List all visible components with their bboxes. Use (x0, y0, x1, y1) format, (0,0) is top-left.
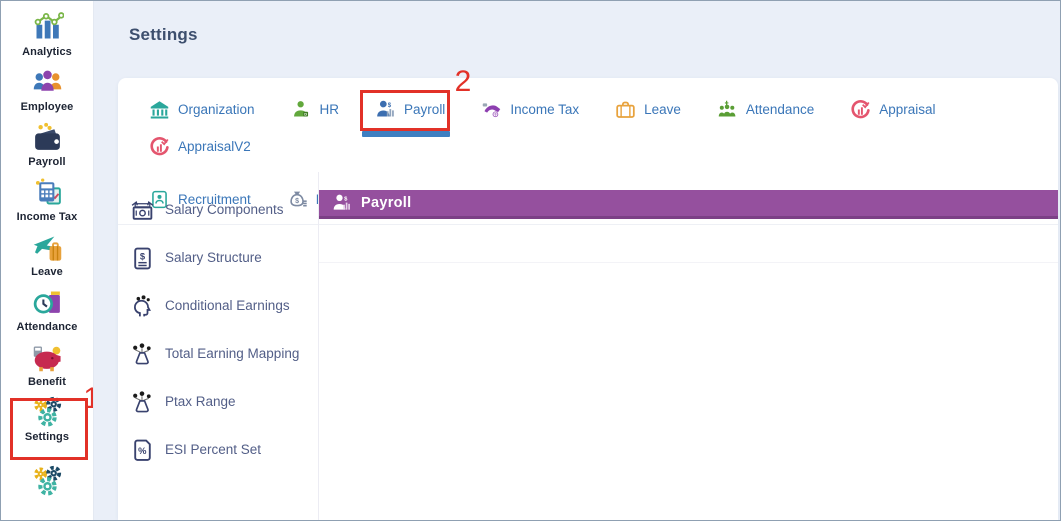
bank-icon (149, 99, 170, 120)
hand-tax-icon: R (481, 99, 502, 120)
sidebar-item-payroll[interactable]: Payroll (1, 121, 93, 176)
app-sidebar: Analytics Employee Payroll Income Tax Le (1, 1, 94, 520)
clock-books-icon (31, 286, 64, 319)
payroll-person-icon: $ (332, 193, 352, 213)
svg-text:D: D (304, 112, 307, 117)
sidebar-item-income-tax[interactable]: Income Tax (1, 176, 93, 231)
sidebar-label: Leave (31, 266, 63, 278)
subnav-item-ptax-range[interactable]: Ptax Range (126, 390, 312, 415)
panel-header: $ Payroll (319, 190, 1058, 219)
sidebar-item-settings[interactable]: Settings 1 (1, 384, 93, 460)
sidebar-item-benefit[interactable]: Benefit (1, 341, 93, 396)
tab-payroll[interactable]: $ Payroll 2 (360, 67, 471, 137)
tab-leave[interactable]: Leave (615, 99, 681, 120)
sidebar-item-bottom[interactable] (1, 465, 93, 520)
annotation-step-number: 2 (454, 65, 472, 98)
sidebar-label: Analytics (22, 46, 72, 58)
employee-icon (31, 66, 64, 99)
head-coins-icon (130, 294, 155, 319)
subnav-item-total-earning-mapping[interactable]: Total Earning Mapping (126, 342, 312, 367)
gauge-icon (850, 99, 871, 120)
sidebar-label: Income Tax (16, 211, 78, 223)
subnav-label: Salary Components (165, 202, 284, 218)
person-id-icon: D (291, 99, 312, 120)
payroll-subnav: Salary Components $ Salary Structure Con… (118, 172, 319, 520)
piggy-bank-icon (31, 341, 64, 374)
wallet-icon (31, 121, 64, 154)
subnav-label: Salary Structure (165, 250, 262, 266)
tab-label: Income Tax (510, 102, 580, 117)
panel-title: Payroll (361, 195, 412, 211)
banknotes-icon (130, 198, 155, 223)
page-title: Settings (129, 25, 198, 44)
tab-label: HR (319, 102, 340, 117)
svg-text:%: % (138, 446, 147, 456)
gears-icon (31, 396, 64, 429)
gears-icon (31, 465, 64, 498)
sidebar-item-attendance[interactable]: Attendance (1, 286, 93, 341)
main-area: Settings Organization D HR $ Payroll 2 R… (94, 1, 1060, 520)
percent-doc-icon: % (130, 438, 155, 463)
card-body: Salary Components $ Salary Structure Con… (118, 172, 1058, 520)
settings-page: Analytics Employee Payroll Income Tax Le (0, 0, 1061, 521)
tab-organization[interactable]: Organization (149, 99, 255, 120)
mapping-icon (130, 342, 155, 367)
sidebar-item-employee[interactable]: Employee (1, 66, 93, 121)
sidebar-label: Attendance (16, 321, 78, 333)
sidebar-label: Payroll (28, 156, 66, 168)
team-icon (717, 99, 738, 120)
subnav-label: Conditional Earnings (165, 298, 290, 314)
subnav-item-salary-components[interactable]: Salary Components (126, 198, 312, 223)
salary-doc-icon: $ (130, 246, 155, 271)
settings-card: Organization D HR $ Payroll 2 R Income T… (118, 67, 1058, 520)
panel-divider (319, 262, 1058, 263)
tab-label: Leave (644, 102, 681, 117)
tab-appraisalv2[interactable]: AppraisalV2 (149, 136, 251, 157)
tab-hr[interactable]: D HR (291, 99, 340, 120)
tab-attendance[interactable]: Attendance (717, 99, 814, 120)
sidebar-label: Employee (20, 101, 74, 113)
subnav-item-conditional-earnings[interactable]: Conditional Earnings (126, 294, 312, 319)
travel-icon (31, 231, 64, 264)
annotation-step-number: 1 (83, 384, 93, 414)
tab-label: Payroll (404, 102, 446, 117)
svg-text:$: $ (388, 102, 392, 109)
tab-income-tax[interactable]: R Income Tax (481, 99, 579, 120)
sidebar-label: Settings (24, 431, 70, 443)
subnav-label: ESI Percent Set (165, 442, 262, 458)
payroll-panel: $ Payroll (319, 172, 1058, 520)
tab-label: Organization (178, 102, 255, 117)
analytics-icon (31, 11, 64, 44)
briefcase-icon (615, 99, 636, 120)
sidebar-label: Benefit (28, 376, 66, 388)
svg-text:$: $ (140, 252, 146, 262)
subnav-item-salary-structure[interactable]: $ Salary Structure (126, 246, 312, 271)
svg-text:R: R (494, 113, 497, 117)
subnav-label: Ptax Range (165, 394, 236, 410)
sidebar-item-analytics[interactable]: Analytics (1, 11, 93, 66)
tab-label: Appraisal (879, 102, 936, 117)
subnav-item-esi-percent-set[interactable]: % ESI Percent Set (126, 438, 312, 463)
subnav-label: Total Earning Mapping (165, 346, 300, 362)
tab-appraisal[interactable]: Appraisal (850, 99, 936, 120)
sidebar-item-leave[interactable]: Leave (1, 231, 93, 286)
payroll-person-icon: $ (375, 99, 396, 120)
calculator-icon (31, 176, 64, 209)
svg-text:$: $ (344, 197, 348, 203)
tab-label: AppraisalV2 (178, 139, 251, 154)
mapping-icon (130, 390, 155, 415)
active-tab-underline (362, 131, 451, 137)
gauge-icon (149, 136, 170, 157)
tab-label: Attendance (745, 102, 815, 117)
